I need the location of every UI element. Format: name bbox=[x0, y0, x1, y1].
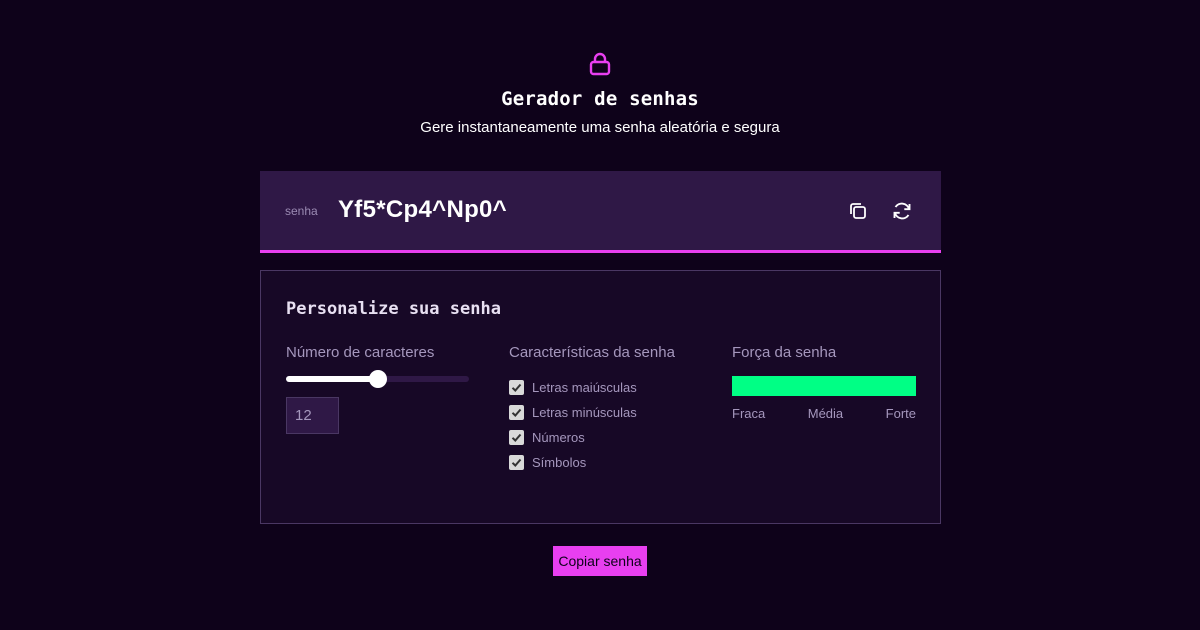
strength-label: Força da senha bbox=[732, 344, 837, 361]
panel-title: Personalize sua senha bbox=[286, 299, 501, 319]
checkbox-uppercase[interactable]: Letras maiúsculas bbox=[509, 375, 637, 400]
length-input[interactable] bbox=[286, 397, 339, 434]
checkbox-numbers[interactable]: Números bbox=[509, 425, 637, 450]
checkbox-checked-icon[interactable] bbox=[509, 405, 524, 420]
lock-icon bbox=[589, 52, 611, 76]
page-title: Gerador de senhas bbox=[501, 88, 699, 110]
checkbox-symbols[interactable]: Símbolos bbox=[509, 450, 637, 475]
customize-panel: Personalize sua senha Número de caracter… bbox=[260, 270, 941, 524]
checkbox-checked-icon[interactable] bbox=[509, 430, 524, 445]
length-label: Número de caracteres bbox=[286, 344, 435, 361]
checkbox-lowercase[interactable]: Letras minúsculas bbox=[509, 400, 637, 425]
password-value[interactable]: Yf5*Cp4^Np0^ bbox=[338, 196, 507, 224]
strength-scale: Fraca Média Forte bbox=[732, 406, 916, 421]
strength-level-strong: Forte bbox=[885, 406, 916, 421]
characteristics-list: Letras maiúsculas Letras minúsculas Núme… bbox=[509, 375, 637, 475]
checkbox-checked-icon[interactable] bbox=[509, 455, 524, 470]
copy-icon[interactable] bbox=[847, 200, 869, 222]
characteristics-label: Características da senha bbox=[509, 344, 675, 361]
strength-level-medium: Média bbox=[807, 406, 844, 421]
strength-meter bbox=[732, 376, 916, 396]
slider-thumb[interactable] bbox=[368, 370, 387, 388]
refresh-icon[interactable] bbox=[891, 200, 913, 222]
copy-password-button[interactable]: Copiar senha bbox=[553, 546, 647, 576]
strength-fill bbox=[732, 376, 916, 396]
password-label: senha bbox=[285, 204, 318, 218]
strength-level-weak: Fraca bbox=[732, 406, 766, 421]
checkbox-checked-icon[interactable] bbox=[509, 380, 524, 395]
length-slider[interactable] bbox=[286, 370, 469, 388]
password-display: senha Yf5*Cp4^Np0^ bbox=[260, 171, 941, 253]
page-subtitle: Gere instantaneamente uma senha aleatóri… bbox=[420, 119, 780, 136]
